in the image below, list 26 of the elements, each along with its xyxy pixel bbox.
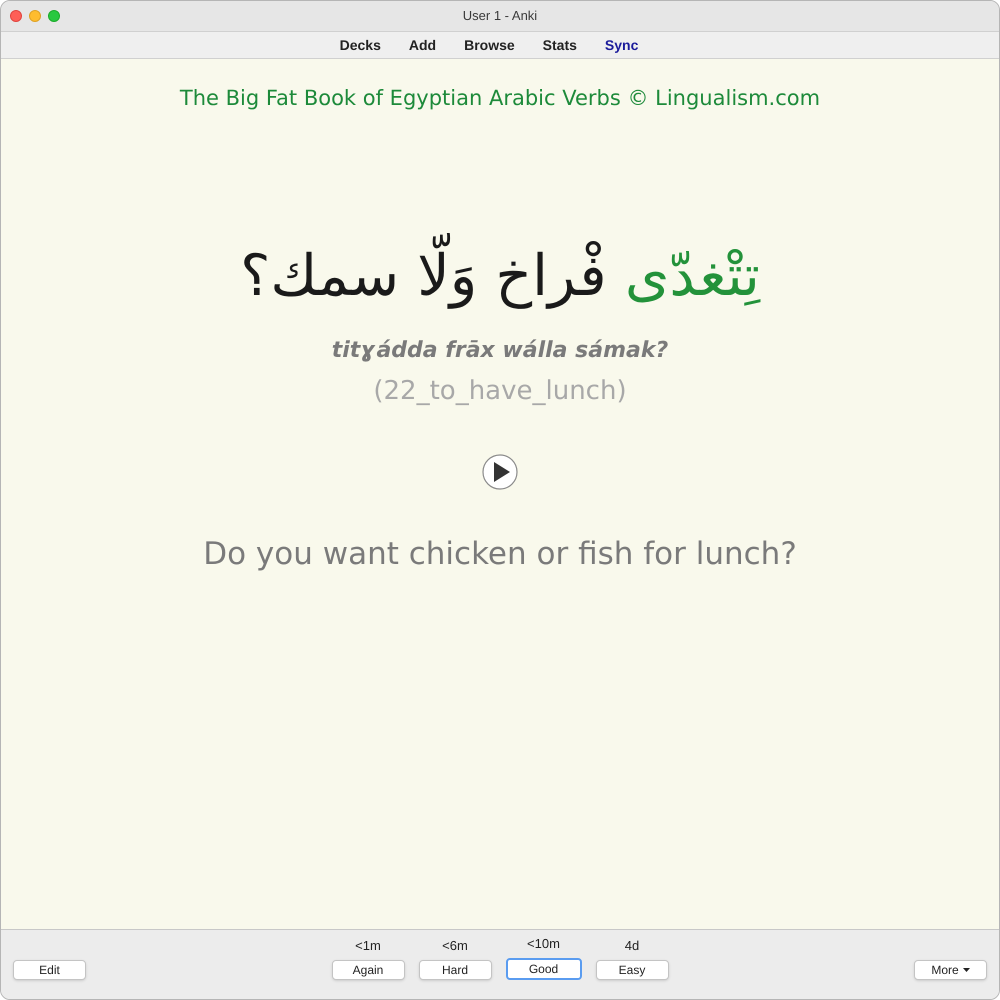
window-title: User 1 - Anki (462, 7, 538, 26)
toolbar-link[interactable]: Browse (461, 34, 518, 56)
close-icon[interactable] (10, 10, 22, 22)
edit-button[interactable]: Edit (13, 960, 86, 980)
answer-button[interactable]: Good (506, 958, 582, 980)
caret-icon (962, 968, 970, 972)
card-tag: (22_to_have_lunch) (373, 374, 627, 408)
answer-button[interactable]: Easy (596, 960, 668, 980)
toolbar-link[interactable]: Sync (602, 34, 642, 56)
answer-button[interactable]: Again (332, 960, 404, 980)
interval-label: 4d (624, 938, 640, 954)
play-icon[interactable] (482, 454, 518, 490)
answer-button[interactable]: Hard (418, 960, 492, 980)
toolbar-link[interactable]: Decks (336, 34, 384, 56)
maximize-icon[interactable] (48, 10, 60, 22)
transliteration: titɣádda frāx wálla sámak? (332, 337, 668, 365)
toolbar-link[interactable]: Stats (540, 34, 580, 56)
interval-label: <6m (442, 938, 468, 954)
interval-label: <10m (527, 936, 560, 952)
interval-label: <1m (355, 938, 381, 954)
translation: Do you want chicken or fish for lunch? (203, 535, 797, 574)
card-header: The Big Fat Book of Egyptian Arabic Verbs © Lingualism.com (180, 85, 820, 112)
minimize-icon[interactable] (29, 10, 41, 22)
more-button[interactable]: More (914, 960, 987, 980)
arabic-sentence: تِتْغدّى فْراخ وَلّا سمك؟ (240, 230, 760, 322)
toolbar-link[interactable]: Add (406, 34, 440, 56)
